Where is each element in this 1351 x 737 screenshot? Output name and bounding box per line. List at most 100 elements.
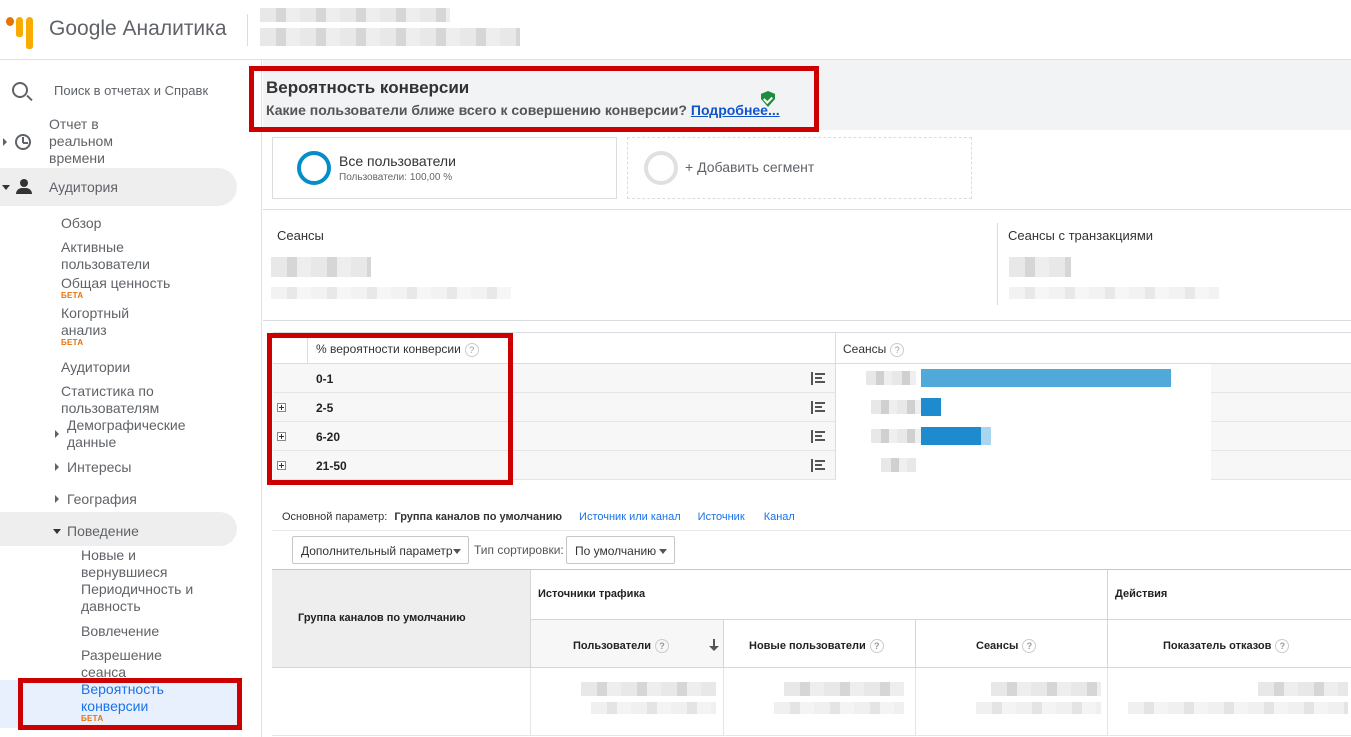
sessions-cell bbox=[835, 422, 1211, 451]
sort-type-label: Тип сортировки: bbox=[474, 543, 564, 557]
chevron-down-icon[interactable] bbox=[2, 185, 10, 190]
col-header-users[interactable]: Пользователи? bbox=[531, 620, 724, 668]
compare-icon[interactable] bbox=[811, 372, 825, 385]
segment-all-users[interactable]: Все пользователи Пользователи: 100,00 % bbox=[272, 137, 617, 199]
value-blurred bbox=[991, 682, 1101, 696]
compare-icon[interactable] bbox=[811, 459, 825, 472]
col-header-sessions[interactable]: Сеансы? bbox=[916, 620, 1108, 668]
sessions-cell bbox=[835, 451, 1211, 480]
help-icon[interactable]: ? bbox=[869, 639, 884, 653]
chevron-right-icon[interactable] bbox=[55, 430, 59, 438]
dimension-link-medium[interactable]: Канал bbox=[764, 511, 795, 523]
sort-type-value: По умолчанию bbox=[575, 544, 657, 558]
col-header-bounce-rate[interactable]: Показатель отказов? bbox=[1108, 620, 1351, 668]
secondary-dimension-select[interactable]: Дополнительный параметр bbox=[292, 536, 469, 564]
search-icon[interactable] bbox=[12, 82, 28, 98]
sort-type-select[interactable]: По умолчанию bbox=[566, 536, 675, 564]
segment-ring-icon bbox=[644, 151, 678, 185]
metric-transactions-sub-blurred bbox=[1009, 287, 1219, 299]
highlight-box-nav bbox=[18, 678, 242, 730]
nav-item-audience-bg[interactable] bbox=[0, 168, 237, 206]
page-title: Вероятность конверсии bbox=[266, 78, 470, 97]
search-input[interactable]: Поиск в отчетах и Справк bbox=[54, 83, 208, 98]
table-cell bbox=[272, 668, 531, 736]
nav-item-realtime[interactable]: Отчет в реальном времени bbox=[49, 116, 139, 167]
chevron-down-icon bbox=[453, 549, 461, 554]
nav-item-ltv[interactable]: Общая ценность bbox=[61, 275, 170, 292]
segment-subtitle: Пользователи: 100,00 % bbox=[339, 172, 453, 183]
property-view-blurred[interactable] bbox=[260, 28, 520, 46]
add-segment-button[interactable]: + Добавить сегмент bbox=[627, 137, 972, 199]
nav-item-engagement[interactable]: Вовлечение bbox=[81, 623, 159, 640]
compare-icon[interactable] bbox=[811, 430, 825, 443]
nav-item-geo[interactable]: География bbox=[67, 491, 137, 508]
divider bbox=[263, 320, 1351, 321]
nav-item-active-users[interactable]: Активные пользователи bbox=[61, 239, 171, 273]
value-blurred bbox=[1128, 702, 1348, 714]
dimension-link-source[interactable]: Источник bbox=[698, 511, 745, 523]
report-header: Вероятность конверсии Какие пользователи… bbox=[249, 60, 1351, 132]
sort-desc-icon[interactable] bbox=[709, 639, 719, 651]
chevron-right-icon[interactable] bbox=[3, 138, 7, 146]
page-subtitle-text: Какие пользователи ближе всего к соверше… bbox=[266, 102, 687, 118]
chevron-down-icon[interactable] bbox=[53, 529, 61, 534]
value-blurred bbox=[591, 702, 716, 714]
nav-search[interactable]: Поиск в отчетах и Справк bbox=[0, 60, 261, 120]
value-blurred bbox=[866, 371, 916, 385]
table-cell bbox=[531, 668, 724, 736]
metric-transactions-label: Сеансы с транзакциями bbox=[1008, 228, 1154, 243]
col-header-channel-group-label: Группа каналов по умолчанию bbox=[298, 612, 466, 624]
metric-transactions-value-blurred bbox=[1009, 257, 1071, 277]
nav-item-audience[interactable]: Аудитория bbox=[49, 179, 118, 196]
group-header-traffic: Источники трафика bbox=[531, 570, 1108, 620]
add-segment-label: + Добавить сегмент bbox=[685, 159, 815, 175]
metric-sessions-label: Сеансы bbox=[277, 228, 324, 243]
nav-item-overview[interactable]: Обзор bbox=[61, 215, 101, 232]
dimension-link-source-medium[interactable]: Источник или канал bbox=[579, 511, 681, 523]
col-header-bounce-rate-label: Показатель отказов? bbox=[1163, 639, 1290, 653]
value-blurred bbox=[1258, 682, 1348, 696]
metric-sessions-value-blurred bbox=[271, 257, 371, 277]
sessions-cell bbox=[835, 393, 1211, 422]
col-header-users-label: Пользователи? bbox=[573, 639, 670, 653]
analytics-logo-icon[interactable] bbox=[6, 12, 34, 49]
nav-item-user-explorer[interactable]: Статистика по пользователям bbox=[61, 383, 181, 417]
nav-item-behavior[interactable]: Поведение bbox=[67, 523, 139, 540]
nav-item-frequency[interactable]: Периодичность и давность bbox=[81, 581, 216, 615]
value-blurred bbox=[774, 702, 904, 714]
nav-item-interests[interactable]: Интересы bbox=[67, 459, 131, 476]
col-header-sessions-label: Сеансы bbox=[843, 342, 887, 356]
help-icon[interactable]: ? bbox=[655, 639, 670, 653]
account-selector-blurred[interactable] bbox=[260, 8, 450, 22]
compare-icon[interactable] bbox=[811, 401, 825, 414]
sessions-cell bbox=[835, 364, 1211, 393]
nav-item-session-quality[interactable]: Разрешение сеанса bbox=[81, 647, 181, 681]
col-header-channel-group[interactable]: Группа каналов по умолчанию bbox=[272, 570, 531, 668]
help-icon[interactable]: ? bbox=[1275, 639, 1290, 653]
value-blurred bbox=[581, 682, 716, 696]
col-header-new-users[interactable]: Новые пользователи? bbox=[724, 620, 916, 668]
value-blurred bbox=[871, 429, 921, 443]
nav-item-cohort[interactable]: Когортный анализ bbox=[61, 305, 151, 339]
nav-item-new-returning[interactable]: Новые и вернувшиеся bbox=[81, 547, 191, 581]
help-icon[interactable]: ? bbox=[1022, 639, 1037, 653]
group-header-actions: Действия bbox=[1108, 570, 1351, 620]
col-header-users-text: Пользователи bbox=[573, 639, 652, 652]
divider bbox=[835, 332, 836, 364]
primary-dimension-value[interactable]: Группа каналов по умолчанию bbox=[394, 511, 562, 523]
nav-item-audiences[interactable]: Аудитории bbox=[61, 359, 130, 376]
chevron-right-icon[interactable] bbox=[55, 463, 59, 471]
sessions-bar bbox=[921, 398, 941, 416]
product-name: Google Аналитика bbox=[49, 17, 227, 40]
highlight-box-title: Вероятность конверсии Какие пользователи… bbox=[249, 66, 819, 132]
divider bbox=[247, 14, 248, 46]
page-subtitle: Какие пользователи ближе всего к соверше… bbox=[266, 102, 780, 118]
help-icon[interactable]: ? bbox=[890, 342, 905, 357]
sessions-bar bbox=[921, 369, 1171, 387]
table-cell bbox=[724, 668, 916, 736]
chevron-right-icon[interactable] bbox=[55, 495, 59, 503]
divider bbox=[272, 530, 1351, 531]
nav-item-demographics[interactable]: Демографические данные bbox=[67, 417, 192, 451]
beta-badge: БЕТА bbox=[61, 291, 84, 300]
col-header-sessions[interactable]: Сеансы? bbox=[843, 342, 905, 357]
